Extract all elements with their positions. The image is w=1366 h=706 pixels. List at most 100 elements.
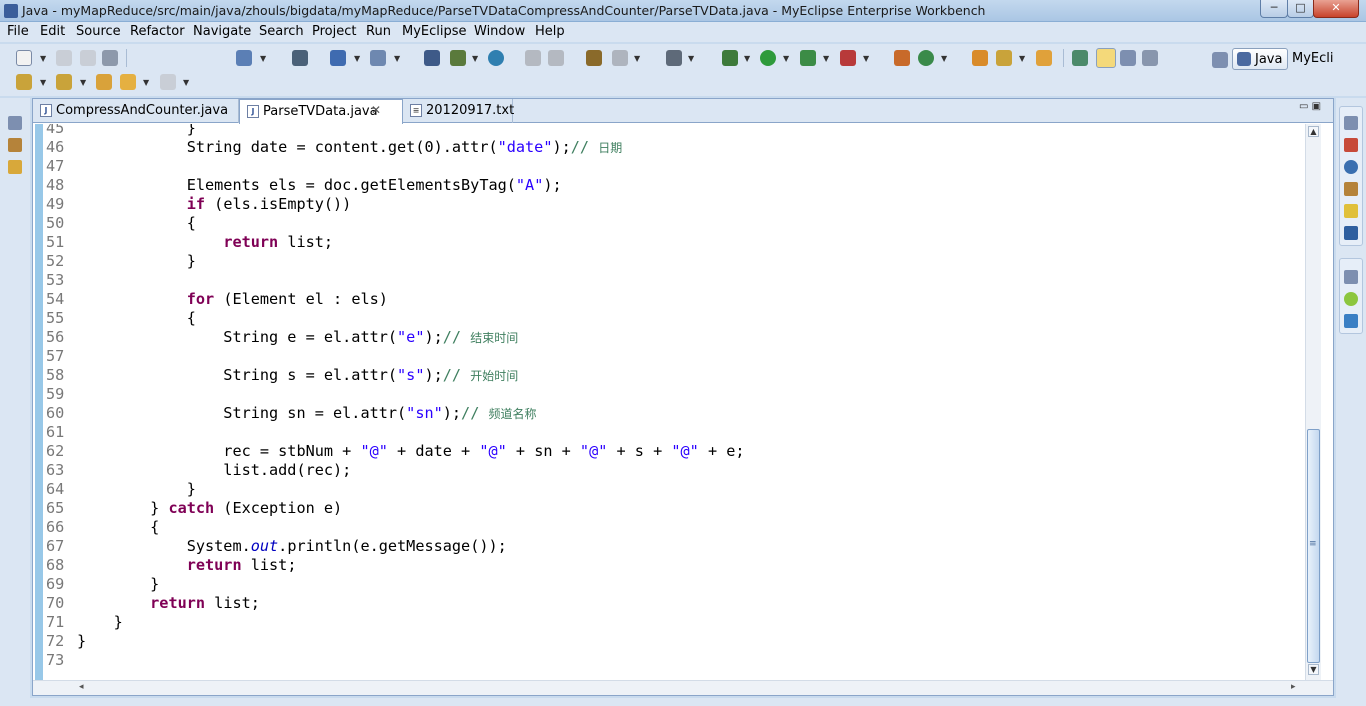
new-package-icon[interactable] bbox=[894, 50, 910, 66]
deploy-icon[interactable] bbox=[330, 50, 346, 66]
editor-minimize-maximize-icon[interactable]: ▭ ▣ bbox=[1299, 101, 1321, 112]
scroll-up-icon[interactable]: ▲ bbox=[1308, 126, 1319, 137]
menu-refactor[interactable]: Refactor bbox=[130, 24, 185, 39]
web-browser-icon[interactable] bbox=[488, 50, 504, 66]
hierarchy-view-icon[interactable] bbox=[8, 160, 22, 174]
save-icon[interactable] bbox=[56, 50, 72, 66]
menu-navigate[interactable]: Navigate bbox=[193, 24, 251, 39]
open-perspective-icon[interactable] bbox=[1212, 52, 1228, 68]
back-icon[interactable] bbox=[120, 74, 136, 90]
show-whitespace-icon[interactable] bbox=[1142, 50, 1158, 66]
code-line: 70 return list; bbox=[33, 594, 1303, 613]
open-type-icon[interactable] bbox=[370, 50, 386, 66]
vertical-scrollbar[interactable]: ▲ ≡ ▼ bbox=[1305, 124, 1321, 680]
run-config-dropdown-icon[interactable]: ▼ bbox=[472, 54, 478, 63]
code-line: 45 } bbox=[33, 124, 1303, 138]
toggle-mark-icon[interactable] bbox=[1072, 50, 1088, 66]
tab-compress-and-counter[interactable]: J CompressAndCounter.java bbox=[33, 99, 239, 123]
open-type-dropdown-icon[interactable]: ▼ bbox=[394, 54, 400, 63]
block-selection-icon[interactable] bbox=[1120, 50, 1136, 66]
report-dropdown-icon[interactable]: ▼ bbox=[634, 54, 640, 63]
close-tab-icon[interactable]: ✕ bbox=[371, 103, 381, 117]
scroll-down-icon[interactable]: ▼ bbox=[1308, 664, 1319, 675]
hierarchy-icon[interactable] bbox=[424, 50, 440, 66]
scroll-left-icon[interactable]: ◂ bbox=[79, 682, 84, 692]
java-perspective-button[interactable]: Java bbox=[1232, 48, 1288, 70]
new-project-icon[interactable] bbox=[236, 50, 252, 66]
new-class-dropdown-icon[interactable]: ▼ bbox=[941, 54, 947, 63]
code-editor[interactable]: 45 } 46 String date = content.get(0).attr… bbox=[33, 124, 1305, 680]
close-button[interactable]: ✕ bbox=[1313, 0, 1359, 18]
server-icon[interactable] bbox=[292, 50, 308, 66]
tab-parse-tv-data[interactable]: J ParseTVData.java ✕ bbox=[239, 99, 403, 124]
next-annotation-dropdown-icon[interactable]: ▼ bbox=[40, 78, 46, 87]
console-view-icon[interactable] bbox=[1344, 226, 1358, 240]
new-dropdown-icon[interactable]: ▼ bbox=[40, 54, 46, 63]
previous-annotation-icon[interactable] bbox=[56, 74, 72, 90]
scroll-right-icon[interactable]: ▸ bbox=[1291, 682, 1296, 692]
run-dropdown-icon[interactable]: ▼ bbox=[783, 54, 789, 63]
new-class-icon[interactable] bbox=[918, 50, 934, 66]
last-edit-icon[interactable] bbox=[96, 74, 112, 90]
line-number: 51 bbox=[46, 233, 65, 251]
maximize-button[interactable]: □ bbox=[1287, 0, 1314, 18]
servers-view-icon[interactable] bbox=[1344, 204, 1358, 218]
menu-run[interactable]: Run bbox=[366, 24, 391, 39]
myeclipse-perspective-button[interactable]: MyEcli bbox=[1292, 51, 1334, 66]
edit-copy-icon[interactable] bbox=[548, 50, 564, 66]
declaration-view-icon[interactable] bbox=[1344, 182, 1358, 196]
deploy-dropdown-icon[interactable]: ▼ bbox=[354, 54, 360, 63]
package-explorer-icon[interactable] bbox=[8, 138, 22, 152]
external-tools-icon[interactable] bbox=[840, 50, 856, 66]
open-folder-icon[interactable] bbox=[972, 50, 988, 66]
minimize-button[interactable]: ─ bbox=[1260, 0, 1288, 18]
coverage-dropdown-icon[interactable]: ▼ bbox=[823, 54, 829, 63]
menu-edit[interactable]: Edit bbox=[40, 24, 65, 39]
forward-icon[interactable] bbox=[160, 74, 176, 90]
restore-view-icon[interactable] bbox=[1344, 270, 1358, 284]
code-line: 58 String s = el.attr("s");// 开始时间 bbox=[33, 366, 1303, 385]
outline-view-icon[interactable] bbox=[1344, 314, 1358, 328]
report-icon[interactable] bbox=[612, 50, 628, 66]
javadoc-view-icon[interactable] bbox=[1344, 160, 1358, 174]
code-text: list.add(rec); bbox=[77, 461, 352, 479]
overview-ruler[interactable] bbox=[1321, 124, 1333, 680]
next-annotation-icon[interactable] bbox=[16, 74, 32, 90]
menu-project[interactable]: Project bbox=[312, 24, 356, 39]
new-icon[interactable] bbox=[16, 50, 32, 66]
highlight-icon[interactable] bbox=[1096, 48, 1116, 68]
search-dropdown-icon[interactable]: ▼ bbox=[1019, 54, 1025, 63]
open-file-icon[interactable] bbox=[1036, 50, 1052, 66]
save-all-icon[interactable] bbox=[80, 50, 96, 66]
forward-dropdown-icon[interactable]: ▼ bbox=[183, 78, 189, 87]
menu-window[interactable]: Window bbox=[474, 24, 525, 39]
screenshot-dropdown-icon[interactable]: ▼ bbox=[688, 54, 694, 63]
back-dropdown-icon[interactable]: ▼ bbox=[143, 78, 149, 87]
menu-file[interactable]: File bbox=[7, 24, 29, 39]
code-text: { bbox=[77, 518, 160, 536]
restore-view-icon[interactable] bbox=[1344, 116, 1358, 130]
external-tools-dropdown-icon[interactable]: ▼ bbox=[863, 54, 869, 63]
edit-cut-icon[interactable] bbox=[525, 50, 541, 66]
project-dropdown-icon[interactable]: ▼ bbox=[260, 54, 266, 63]
problems-view-icon[interactable] bbox=[1344, 138, 1358, 152]
screenshot-icon[interactable] bbox=[666, 50, 682, 66]
menu-help[interactable]: Help bbox=[535, 24, 565, 39]
horizontal-scrollbar[interactable]: ◂ ▸ bbox=[33, 680, 1333, 695]
tab-20120917-txt[interactable]: ≡ 20120917.txt bbox=[403, 99, 514, 123]
previous-annotation-dropdown-icon[interactable]: ▼ bbox=[80, 78, 86, 87]
run-coverage-icon[interactable] bbox=[800, 50, 816, 66]
print-icon[interactable] bbox=[102, 50, 118, 66]
debug-icon[interactable] bbox=[722, 50, 738, 66]
menu-source[interactable]: Source bbox=[76, 24, 121, 39]
run-icon[interactable] bbox=[760, 50, 776, 66]
restore-view-icon[interactable] bbox=[8, 116, 22, 130]
database-icon[interactable] bbox=[586, 50, 602, 66]
run-config-icon[interactable] bbox=[450, 50, 466, 66]
menu-myeclipse[interactable]: MyEclipse bbox=[402, 24, 467, 39]
debug-dropdown-icon[interactable]: ▼ bbox=[744, 54, 750, 63]
search-icon[interactable] bbox=[996, 50, 1012, 66]
code-line: 59 bbox=[33, 385, 1303, 404]
menu-search[interactable]: Search bbox=[259, 24, 304, 39]
outline-leaf-icon[interactable] bbox=[1344, 292, 1358, 306]
